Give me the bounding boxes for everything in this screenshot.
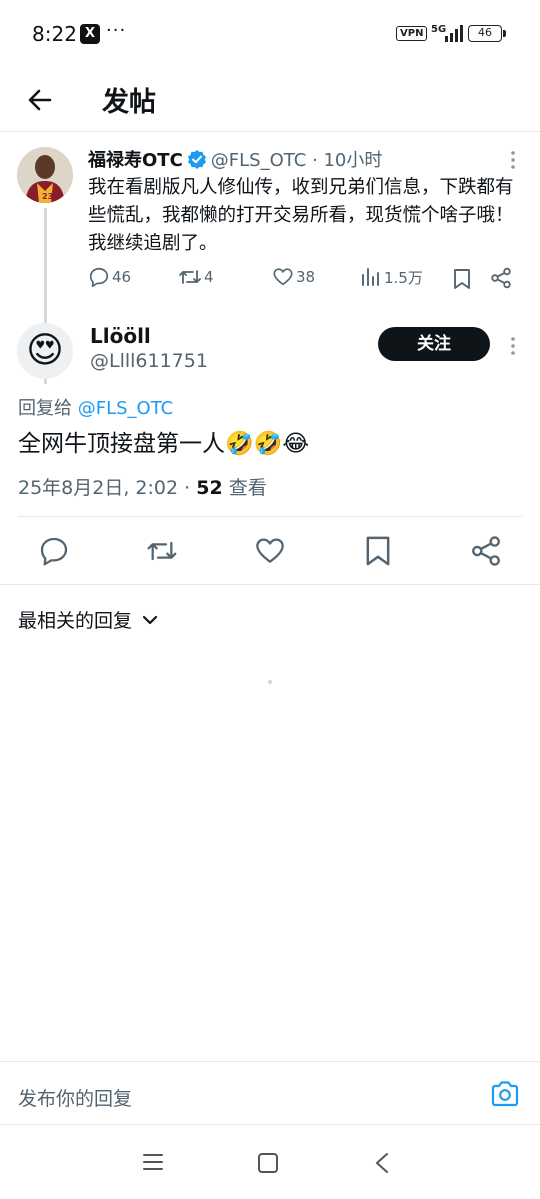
top-bar: 发帖 — [0, 70, 540, 132]
retweet-icon — [179, 270, 201, 284]
replies-sort-label: 最相关的回复 — [18, 610, 133, 632]
avatar[interactable]: 23 — [17, 147, 73, 203]
reply-to-line: 回复给 @FLS_OTC — [18, 394, 173, 420]
replies-sort-dropdown[interactable]: 最相关的回复 — [18, 606, 158, 633]
battery-icon: 46 — [468, 25, 506, 42]
player-avatar-icon: 23 — [17, 147, 73, 203]
tweet-date: 25年8月2日, 2:02 · — [18, 477, 197, 499]
views-chart-icon — [362, 268, 379, 286]
heart-icon[interactable] — [254, 535, 286, 567]
parent-tweet-header: 福禄寿OTC @FLS_OTC · 10小时 — [88, 146, 382, 172]
back-icon[interactable] — [374, 1152, 390, 1174]
views-action[interactable]: 1.5万 — [360, 266, 423, 288]
network-type: 5G — [431, 24, 447, 35]
more-options-icon[interactable] — [510, 150, 516, 170]
share-icon[interactable] — [470, 535, 502, 567]
home-icon[interactable] — [257, 1152, 279, 1174]
tweet-meta: 25年8月2日, 2:02 · 52 查看 — [18, 473, 267, 500]
tweet-view-count: 52 — [196, 477, 223, 499]
reply-icon — [89, 267, 109, 287]
retweet-action[interactable]: 4 — [178, 266, 214, 288]
status-bar: 8:22 X ··· VPN 5G 46 — [0, 0, 540, 70]
system-nav-bar — [0, 1126, 540, 1199]
tweet-view-label: 查看 — [222, 477, 267, 499]
reply-action[interactable]: 46 — [88, 266, 131, 288]
svg-text:23: 23 — [42, 192, 53, 201]
tweet-text: 全网牛顶接盘第一人 🤣🤣😂 — [18, 426, 309, 462]
reply-icon[interactable] — [38, 535, 70, 567]
avatar-emoji: 😍 — [26, 330, 64, 371]
back-arrow-icon[interactable] — [22, 82, 58, 118]
author-name[interactable]: Llööll — [90, 324, 151, 348]
tweet-action-bar — [0, 517, 540, 585]
status-time: 8:22 — [32, 22, 77, 46]
x-app-icon: X — [80, 24, 100, 44]
loading-indicator — [268, 680, 272, 684]
heart-icon — [273, 268, 293, 286]
author-name[interactable]: 福禄寿OTC — [88, 150, 183, 171]
verified-badge-icon — [187, 150, 206, 169]
reply-count: 46 — [112, 268, 132, 286]
share-icon[interactable] — [490, 267, 512, 289]
avatar[interactable]: 😍 — [17, 323, 73, 379]
parent-tweet-text: 我在看剧版凡人修仙传，收到兄弟们信息，下跌都有些慌乱，我都懒的打开交易所看，现货… — [88, 177, 514, 254]
menu-icon[interactable] — [142, 1152, 164, 1172]
reply-input[interactable]: 发布你的回复 — [18, 1084, 132, 1111]
bookmark-icon[interactable] — [362, 535, 394, 567]
author-handle: @FLS_OTC — [210, 150, 307, 171]
vpn-icon: VPN — [396, 26, 428, 41]
tweet-emojis: 🤣🤣😂 — [225, 431, 310, 457]
parent-tweet-actions: 46 4 38 1.5万 — [88, 266, 518, 294]
reply-mention-link[interactable]: @FLS_OTC — [78, 398, 173, 419]
retweet-count: 4 — [204, 268, 214, 286]
chevron-down-icon — [142, 615, 158, 624]
like-action[interactable]: 38 — [272, 266, 315, 288]
reply-to-label: 回复给 — [18, 398, 78, 419]
retweet-icon[interactable] — [146, 535, 178, 567]
reply-composer[interactable]: 发布你的回复 — [0, 1061, 540, 1125]
like-count: 38 — [296, 268, 316, 286]
more-options-icon[interactable] — [510, 336, 516, 356]
signal-icon — [445, 25, 463, 42]
views-count: 1.5万 — [384, 268, 423, 287]
page-title: 发帖 — [102, 87, 156, 118]
bookmark-icon[interactable] — [452, 268, 472, 290]
tweet-time: · 10小时 — [312, 150, 383, 171]
camera-icon[interactable] — [490, 1080, 520, 1108]
follow-button[interactable]: 关注 — [378, 327, 490, 361]
status-more-icon: ··· — [106, 20, 127, 41]
tweet-text-body: 全网牛顶接盘第一人 — [18, 431, 225, 457]
author-handle: @Llll611751 — [90, 350, 208, 372]
